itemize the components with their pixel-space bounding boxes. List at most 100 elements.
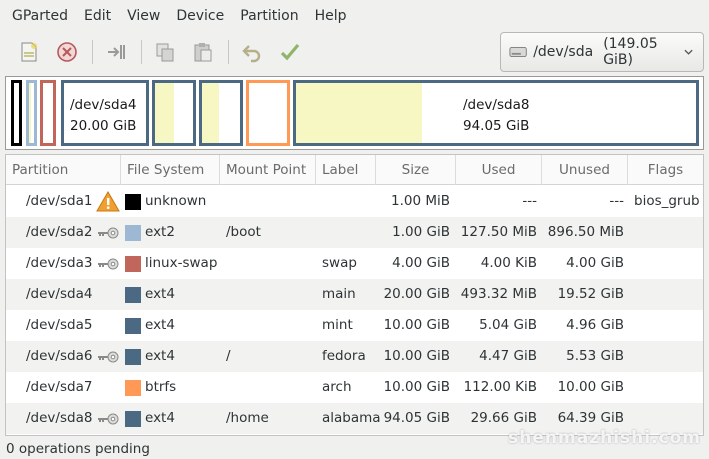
partition-unused: 10.00 GiB [557, 379, 624, 395]
column-mountpoint[interactable]: Mount Point [220, 155, 316, 185]
table-row[interactable]: /dev/sda6 ext4 / fedora 10.00 GiB 4.47 GiB 5.5… [6, 341, 703, 372]
partition-label: alabama [322, 410, 381, 426]
partition-name: /dev/sda6 [26, 348, 93, 364]
partition-map: /dev/sda4 20.00 GiB /dev/sda8 94.05 GiB [5, 76, 704, 150]
menu-bar: GParted Edit View Device Partition Help [0, 0, 709, 32]
partition-size: 4.00 GiB [392, 255, 450, 271]
menu-help[interactable]: Help [307, 0, 355, 32]
apply-button[interactable] [275, 37, 305, 67]
map-sda4-size: 20.00 GiB [70, 118, 137, 134]
partition-name: /dev/sda8 [26, 410, 93, 426]
partition-unused: 5.53 GiB [566, 348, 624, 364]
partition-used: --- [522, 193, 537, 209]
mounted-key-icon [98, 227, 119, 239]
partition-used: 127.50 MiB [460, 224, 537, 240]
table-row[interactable]: /dev/sda4 ext4 main 20.00 GiB 493.32 MiB 19.5… [6, 279, 703, 310]
new-partition-button[interactable] [14, 37, 44, 67]
mount-point: /home [226, 410, 269, 426]
paste-icon [194, 43, 212, 62]
partition-used: 493.32 MiB [460, 286, 537, 302]
watermark: shenmazhishi.com [508, 428, 701, 448]
partition-size: 10.00 GiB [383, 379, 450, 395]
delete-partition-button[interactable] [52, 37, 82, 67]
mount-point: /boot [226, 224, 261, 240]
toolbar-separator [141, 40, 142, 64]
partition-name: /dev/sda4 [26, 286, 93, 302]
column-label[interactable]: Label [316, 155, 376, 185]
table-header: Partition File System Mount Point Label … [6, 155, 703, 185]
map-sda8-name: /dev/sda8 [463, 97, 530, 113]
undo-button[interactable] [237, 37, 267, 67]
partition-name: /dev/sda3 [26, 255, 93, 271]
column-filesystem[interactable]: File System [121, 155, 220, 185]
copy-button[interactable] [150, 37, 180, 67]
partition-used: 112.00 KiB [463, 379, 537, 395]
toolbar-separator [92, 40, 93, 64]
map-block-sda2[interactable] [26, 80, 37, 146]
column-partition[interactable]: Partition [6, 155, 121, 185]
menu-view[interactable]: View [119, 0, 168, 32]
partition-name: /dev/sda2 [26, 224, 93, 240]
menu-device[interactable]: Device [168, 0, 232, 32]
partition-name: /dev/sda7 [26, 379, 93, 395]
mount-point: / [226, 348, 231, 364]
map-block-sda1[interactable] [11, 80, 22, 146]
partition-label: mint [322, 317, 353, 333]
map-block-sda8[interactable]: /dev/sda8 94.05 GiB [293, 80, 699, 146]
filesystem-color-swatch [125, 380, 141, 396]
copy-icon [156, 43, 174, 62]
column-unused[interactable]: Unused [542, 155, 628, 185]
device-size: (149.05 GiB) [603, 36, 658, 68]
table-row[interactable]: /dev/sda1 unknown 1.00 MiB --- --- bios_grub [6, 186, 703, 217]
column-size[interactable]: Size [376, 155, 456, 185]
partition-size: 1.00 GiB [392, 224, 450, 240]
partition-label: swap [322, 255, 357, 271]
delete-partition-icon [57, 42, 77, 62]
partition-unused: 19.52 GiB [557, 286, 624, 302]
map-block-sda5[interactable] [152, 80, 196, 146]
map-sda4-name: /dev/sda4 [70, 97, 137, 113]
menu-edit[interactable]: Edit [76, 0, 119, 32]
table-row[interactable]: /dev/sda3 linux-swap swap 4.00 GiB 4.00 KiB 4… [6, 248, 703, 279]
partition-size: 94.05 GiB [383, 410, 450, 426]
partition-name: /dev/sda5 [26, 317, 93, 333]
map-block-sda4[interactable]: /dev/sda4 20.00 GiB [61, 80, 149, 146]
warning-icon[interactable] [96, 190, 120, 214]
menu-gparted[interactable]: GParted [4, 0, 76, 32]
table-row[interactable]: /dev/sda2 ext2/boot 1.00 GiB 127.50 MiB 896.… [6, 217, 703, 248]
apply-icon [280, 43, 300, 61]
paste-button[interactable] [188, 37, 218, 67]
partition-unused: 896.50 MiB [547, 224, 624, 240]
partition-unused: --- [609, 193, 624, 209]
mounted-key-icon [98, 258, 119, 270]
partition-size: 20.00 GiB [383, 286, 450, 302]
filesystem-color-swatch [125, 225, 141, 241]
resize-move-button[interactable] [101, 37, 131, 67]
filesystem-name: ext4 [145, 317, 175, 333]
filesystem-color-swatch [125, 194, 141, 210]
map-block-sda6[interactable] [199, 80, 243, 146]
resize-move-icon [108, 45, 125, 59]
partition-flags: bios_grub [634, 193, 700, 209]
partition-label: main [322, 286, 356, 302]
device-selector[interactable]: /dev/sda (149.05 GiB) [500, 32, 704, 72]
map-block-sda3[interactable] [40, 80, 56, 146]
toolbar-separator [228, 40, 229, 64]
map-block-sda7[interactable] [246, 80, 290, 146]
partition-table: Partition File System Mount Point Label … [5, 154, 704, 436]
mounted-key-icon [98, 351, 119, 363]
filesystem-name: ext4 [145, 348, 175, 364]
table-row[interactable]: /dev/sda5 ext4 mint 10.00 GiB 5.04 GiB 4.96 G… [6, 310, 703, 341]
column-used[interactable]: Used [456, 155, 542, 185]
filesystem-name: ext2 [145, 224, 175, 240]
filesystem-color-swatch [125, 256, 141, 272]
filesystem-name: btrfs [145, 379, 177, 395]
filesystem-color-swatch [125, 318, 141, 334]
filesystem-name: linux-swap [145, 255, 218, 271]
menu-partition[interactable]: Partition [232, 0, 306, 32]
device-name: /dev/sda [533, 44, 594, 60]
column-flags[interactable]: Flags [628, 155, 703, 185]
filesystem-name: ext4 [145, 410, 175, 426]
chevron-down-icon [684, 49, 693, 55]
table-row[interactable]: /dev/sda7 btrfs arch 10.00 GiB 112.00 KiB 10.… [6, 372, 703, 403]
